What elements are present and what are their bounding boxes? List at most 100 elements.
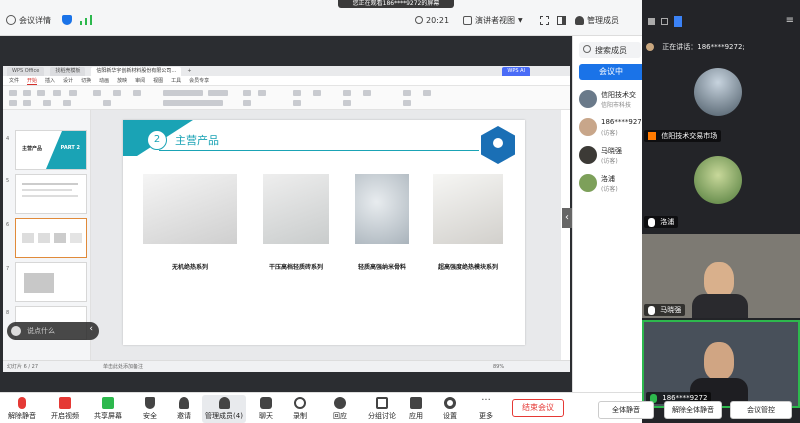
- search-box[interactable]: 搜索成员: [579, 42, 641, 58]
- ribbon-icon[interactable]: [423, 90, 431, 96]
- layout-icon[interactable]: [648, 18, 655, 25]
- menu-tools[interactable]: 工具: [171, 77, 181, 84]
- wps-tab[interactable]: 找稻壳模板: [50, 66, 86, 76]
- ribbon-icon[interactable]: [9, 100, 17, 106]
- ribbon-icon[interactable]: [133, 90, 141, 96]
- ribbon-icon[interactable]: [293, 90, 301, 96]
- ribbon-icon[interactable]: [23, 100, 31, 106]
- ribbon-icon[interactable]: [243, 100, 251, 106]
- layout-icon[interactable]: [557, 12, 566, 28]
- collapse-panel-button[interactable]: ‹: [562, 208, 572, 228]
- manage-members-toolbar-button[interactable]: 管理成员(4): [202, 395, 246, 423]
- wps-tab[interactable]: WPS AI: [502, 66, 530, 76]
- slide-thumbnail[interactable]: [15, 262, 87, 302]
- menu-transition[interactable]: 切换: [81, 77, 91, 84]
- add-tab-icon[interactable]: +: [187, 68, 191, 74]
- unmute-button[interactable]: 解除静音: [2, 395, 42, 423]
- invite-button[interactable]: 邀请: [164, 395, 204, 423]
- unmute-all-button[interactable]: 解除全体静音: [664, 401, 722, 419]
- member-row[interactable]: 洛浦 (访客): [579, 172, 643, 194]
- wps-tab[interactable]: WPS Office: [7, 66, 45, 76]
- participant-face: [704, 342, 734, 380]
- meeting-details-button[interactable]: 会议详情: [6, 12, 51, 28]
- menu-member[interactable]: 会员专享: [189, 77, 209, 84]
- menu-animation[interactable]: 动画: [99, 77, 109, 84]
- ribbon-icon[interactable]: [37, 90, 45, 96]
- chevron-left-icon[interactable]: ‹: [89, 324, 93, 334]
- ribbon-icon[interactable]: [113, 90, 121, 96]
- wps-menu-bar: 文件 开始 插入 设计 切换 动画 放映 审阅 视图 工具 会员专享: [3, 76, 570, 86]
- member-row[interactable]: 信阳技术交 信阳市科技: [579, 88, 643, 110]
- menu-view[interactable]: 视图: [153, 77, 163, 84]
- slide-title-rule: [159, 150, 479, 151]
- meeting-control-button[interactable]: 会议管控: [730, 401, 792, 419]
- ribbon-icon[interactable]: [103, 100, 111, 106]
- layout-icon[interactable]: [661, 18, 668, 25]
- ribbon-icon[interactable]: [23, 90, 31, 96]
- share-screen-button[interactable]: 共享屏幕: [88, 395, 128, 423]
- shield-icon: [145, 397, 155, 409]
- ribbon-icon[interactable]: [258, 90, 266, 96]
- ribbon-format-group[interactable]: [163, 100, 223, 106]
- font-size-select[interactable]: [208, 90, 228, 96]
- ribbon-icon[interactable]: [343, 90, 351, 96]
- ribbon-icon[interactable]: [53, 90, 61, 96]
- slide-thumbnail[interactable]: [15, 174, 87, 214]
- menu-home[interactable]: 开始: [27, 77, 38, 85]
- end-meeting-button[interactable]: 结束会议: [512, 399, 564, 417]
- chat-overlay[interactable]: 说点什么 ‹: [7, 322, 99, 340]
- ribbon-icon[interactable]: [403, 90, 411, 96]
- ribbon-icon[interactable]: [43, 100, 51, 106]
- current-slide[interactable]: 2 主营产品 无机绝热系列 干压高档轻质砖系列 轻质高强纳米骨料 超高强度绝热模…: [123, 120, 525, 345]
- record-button[interactable]: 录制: [280, 395, 320, 423]
- notes-placeholder[interactable]: 单击此处添加备注: [103, 361, 143, 373]
- shield-icon[interactable]: [62, 12, 72, 28]
- font-select[interactable]: [163, 90, 203, 96]
- ribbon-icon[interactable]: [9, 90, 17, 96]
- ribbon-icon[interactable]: [69, 90, 77, 96]
- product-image: [433, 174, 503, 244]
- toolbar-label: 共享屏幕: [94, 412, 122, 420]
- video-name: 马晓强: [660, 306, 682, 314]
- more-button[interactable]: ··· 更多: [466, 395, 506, 423]
- menu-design[interactable]: 设计: [63, 77, 73, 84]
- people-icon: [575, 15, 584, 25]
- mute-all-button[interactable]: 全体静音: [598, 401, 654, 419]
- menu-review[interactable]: 审阅: [135, 77, 145, 84]
- menu-slideshow[interactable]: 放映: [117, 77, 127, 84]
- avatar: [694, 68, 742, 116]
- add-user-icon: [179, 397, 189, 409]
- ribbon-icon[interactable]: [363, 90, 371, 96]
- menu-insert[interactable]: 插入: [45, 77, 55, 84]
- slide-title: 主营产品: [175, 134, 219, 147]
- in-meeting-tab[interactable]: 会议中: [579, 64, 643, 80]
- video-tile[interactable]: 马晓强: [642, 234, 800, 318]
- manage-members-button[interactable]: 管理成员: [575, 12, 619, 28]
- fullscreen-icon[interactable]: [540, 12, 549, 28]
- ribbon-icon[interactable]: [243, 90, 251, 96]
- wps-tab-active[interactable]: 信阳新华宇创新材料股份有限公司…: [91, 66, 182, 76]
- layout-icon[interactable]: [674, 16, 682, 27]
- start-video-button[interactable]: 开启视频: [45, 395, 85, 423]
- settings-button[interactable]: 设置: [430, 395, 470, 423]
- view-mode-dropdown[interactable]: 演讲者视图 ▼: [463, 12, 523, 28]
- member-row[interactable]: 马晓强 (访客): [579, 144, 643, 166]
- member-name: 洛浦: [601, 175, 615, 183]
- slide-thumbnail[interactable]: 主营产品 PART 2: [15, 130, 87, 170]
- member-row[interactable]: 186****927 (访客): [579, 116, 643, 138]
- ribbon-icon[interactable]: [93, 90, 101, 96]
- menu-icon[interactable]: ≡: [786, 15, 794, 26]
- ribbon-icon[interactable]: [403, 100, 411, 106]
- ribbon-icon[interactable]: [343, 100, 351, 106]
- menu-file[interactable]: 文件: [9, 77, 19, 84]
- video-tile[interactable]: 信阳技术交易市场: [642, 60, 800, 148]
- zoom-level[interactable]: 89%: [493, 361, 504, 373]
- video-tile[interactable]: 洛浦: [642, 150, 800, 232]
- ribbon-icon[interactable]: [313, 90, 321, 96]
- ribbon-icon[interactable]: [293, 100, 301, 106]
- video-tile-active-speaker[interactable]: 186****9272: [642, 320, 800, 408]
- slide-thumbnail-selected[interactable]: [15, 218, 87, 258]
- react-button[interactable]: 回应: [320, 395, 360, 423]
- avatar: [694, 156, 742, 204]
- ribbon-icon[interactable]: [63, 100, 71, 106]
